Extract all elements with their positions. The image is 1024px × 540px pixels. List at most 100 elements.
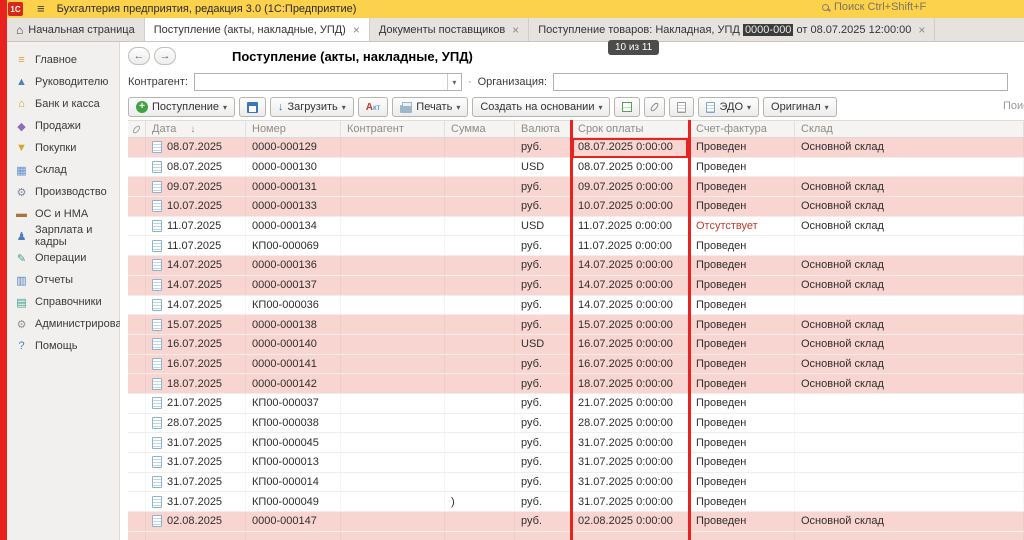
document-toolbar: Поступление▾ Загрузить▾ Печать▾Создать на …	[120, 94, 1024, 120]
table-row[interactable]: 14.07.2025 КП00-000036 руб. 14.07.2025 0:00…	[128, 295, 1024, 316]
column-header-8[interactable]: Склад	[795, 121, 1024, 137]
number-cell: КП00-000049	[246, 492, 341, 512]
table-search-hint[interactable]: Поиск (Ctrl+F)	[1003, 100, 1024, 112]
tab-supplier-documents[interactable]: Документы поставщиков ×	[370, 18, 530, 41]
sidebar-item-warehouse[interactable]: ▦ Склад	[7, 159, 119, 181]
table-row[interactable]: 11.07.2025 0000-000134 USD 11.07.2025 0:00:…	[128, 216, 1024, 237]
close-icon[interactable]: ×	[512, 23, 519, 37]
table-row[interactable]: 14.07.2025 0000-000137 руб. 14.07.2025 0:00…	[128, 275, 1024, 296]
column-header-1[interactable]: Дата ↓	[146, 121, 246, 137]
documents-table: Дата ↓ Номер Контрагент Сумма Валюта Срок опла…	[128, 120, 1024, 540]
table-row[interactable]: 16.07.2025 0000-000140 USD 16.07.2025 0:00:…	[128, 334, 1024, 355]
sidebar-item-label: ОС и НМА	[35, 208, 89, 220]
sidebar-item-help[interactable]: ? Помощь	[7, 335, 119, 357]
save-button[interactable]	[239, 97, 267, 117]
table-row[interactable]: 16.07.2025 0000-000141 руб. 16.07.2025 0:00…	[128, 354, 1024, 375]
currency-cell: руб.	[515, 275, 572, 295]
register-button[interactable]	[669, 97, 695, 117]
load-button[interactable]: Загрузить▾	[270, 97, 354, 117]
date-cell: 11.07.2025	[146, 236, 246, 256]
invoice-status-cell: Проведен	[690, 275, 795, 295]
sort-descending-icon: ↓	[190, 123, 196, 135]
number-cell: 0000-000142	[246, 374, 341, 393]
date-cell: 02.08.2025	[146, 512, 246, 531]
column-header-6[interactable]: Срок оплаты	[572, 121, 690, 137]
sidebar-item-directories[interactable]: ▤ Справочники	[7, 291, 119, 313]
table-row[interactable]: 31.07.2025 КП00-000013 руб. 31.07.2025 0:00…	[128, 453, 1024, 473]
table-row[interactable]: 02.08.2025 0000-000147 руб. 02.08.2025 0:00…	[128, 512, 1024, 532]
sidebar-item-operations[interactable]: ✎ Операции	[7, 247, 119, 269]
date-cell	[146, 531, 246, 540]
forward-button[interactable]: →	[154, 47, 176, 65]
edo-button[interactable]: ЭДО ▾	[698, 97, 760, 117]
tab-receipts-list[interactable]: Поступление (акты, накладные, УПД) ×	[144, 18, 370, 41]
attachment-cell	[128, 334, 146, 354]
table-row[interactable]: 28.07.2025 КП00-000038 руб. 28.07.2025 0:00…	[128, 413, 1024, 434]
tab-home[interactable]: ⌂ Начальная страница	[7, 18, 145, 41]
sidebar-item-production[interactable]: ⚙ Производство	[7, 181, 119, 203]
table-row[interactable]: 31.07.2025 КП00-000049) руб. 31.07.2025 0:0…	[128, 492, 1024, 513]
table-row[interactable]: 11.07.2025 КП00-000069 руб. 11.07.2025 0:00…	[128, 236, 1024, 257]
currency-cell: руб.	[515, 453, 572, 472]
table-row[interactable]: 08.07.2025 0000-000130 USD 08.07.2025 0:00:…	[128, 157, 1024, 178]
number-cell	[246, 531, 341, 540]
create-receipt-button[interactable]: Поступление▾	[128, 97, 236, 117]
organization-filter-input[interactable]	[553, 73, 1008, 91]
sidebar-item-reports[interactable]: ▥ Отчеты	[7, 269, 119, 291]
column-header-5[interactable]: Валюта	[515, 121, 572, 137]
sidebar-item-administration[interactable]: ⚙ Администрирование	[7, 313, 140, 335]
chevron-down-icon[interactable]: ▾	[446, 74, 461, 90]
table-row[interactable]: 15.07.2025 0000-000138 руб. 15.07.2025 0:00…	[128, 315, 1024, 335]
currency-cell: USD	[515, 157, 572, 177]
column-header-2[interactable]: Номер	[246, 121, 341, 137]
sidebar-item-manager[interactable]: ▲ Руководителю	[7, 71, 119, 93]
date-value: 15.07.2025	[167, 318, 223, 331]
sidebar-item-purchases[interactable]: ▼ Покупки	[7, 137, 119, 159]
due-date-cell: 08.07.2025 0:00:00	[572, 157, 690, 177]
attachment-cell	[128, 472, 146, 492]
close-icon[interactable]: ×	[918, 23, 925, 37]
table-row[interactable]: 10.07.2025 0000-000133 руб. 10.07.2025 0:00…	[128, 197, 1024, 217]
document-table-body: 08.07.2025 0000-000129 руб. 08.07.2025 0:00…	[128, 138, 1024, 540]
date-value: 16.07.2025	[167, 338, 223, 351]
back-button[interactable]: ←	[128, 47, 150, 65]
column-header-4[interactable]: Сумма	[445, 121, 515, 137]
original-button[interactable]: Оригинал ▾	[763, 97, 837, 117]
sidebar-item-bank-cash[interactable]: ⌂ Банк и касса	[7, 93, 119, 115]
attachments-button[interactable]	[644, 97, 666, 117]
sidebar-item-sales[interactable]: ◆ Продажи	[7, 115, 119, 137]
table-row[interactable]: 21.07.2025 КП00-000037 руб. 21.07.2025 0:00…	[128, 393, 1024, 414]
sidebar-item-main[interactable]: ≡ Главное	[7, 49, 119, 71]
table-row[interactable]: 09.07.2025 0000-000131 руб. 09.07.2025 0:00…	[128, 177, 1024, 198]
table-row[interactable]: 14.07.2025 0000-000136 руб. 14.07.2025 0:00…	[128, 256, 1024, 276]
due-date-cell: 11.07.2025 0:00:00	[572, 216, 690, 236]
date-cell: 21.07.2025	[146, 393, 246, 413]
column-header-7[interactable]: Счет-фактура	[690, 121, 795, 137]
sum-cell	[445, 157, 515, 177]
table-row[interactable]: 31.07.2025 КП00-000045 руб. 31.07.2025 0:00…	[128, 433, 1024, 453]
invoice-status-cell: Проведен	[690, 295, 795, 315]
global-search[interactable]: Поиск Ctrl+Shift+F	[822, 1, 926, 13]
button-label: Поступление	[152, 101, 220, 113]
sidebar-item-fixed-assets[interactable]: ▬ ОС и НМА	[7, 203, 119, 225]
attachment-column-header[interactable]	[128, 121, 146, 137]
sidebar-item-salary-hr[interactable]: ♟ Зарплата и кадры	[7, 224, 119, 248]
date-cell: 14.07.2025	[146, 256, 246, 275]
column-header-3[interactable]: Контрагент	[341, 121, 445, 137]
create-based-on-button[interactable]: Создать на основании ▾	[472, 97, 611, 117]
table-row[interactable]	[128, 531, 1024, 540]
counterparty-filter-input[interactable]: ▾	[193, 73, 462, 91]
export-table-button[interactable]	[614, 97, 641, 117]
close-icon[interactable]: ×	[353, 23, 360, 37]
attachment-cell	[128, 433, 146, 452]
main-menu-icon[interactable]: ≡	[37, 2, 45, 16]
print-button[interactable]: Печать ▾	[392, 97, 469, 117]
act-button[interactable]	[357, 97, 389, 117]
invoice-status-cell: Проведен	[690, 492, 795, 512]
sum-cell	[445, 472, 515, 492]
counterparty-cell	[341, 354, 445, 374]
table-row[interactable]: 31.07.2025 КП00-000014 руб. 31.07.2025 0:00…	[128, 472, 1024, 493]
invoice-status-cell	[690, 531, 795, 540]
tab-goods-receipt[interactable]: Поступление товаров: Накладная, УПД 0000…	[529, 18, 936, 41]
table-row[interactable]: 18.07.2025 0000-000142 руб. 18.07.2025 0:00…	[128, 374, 1024, 394]
